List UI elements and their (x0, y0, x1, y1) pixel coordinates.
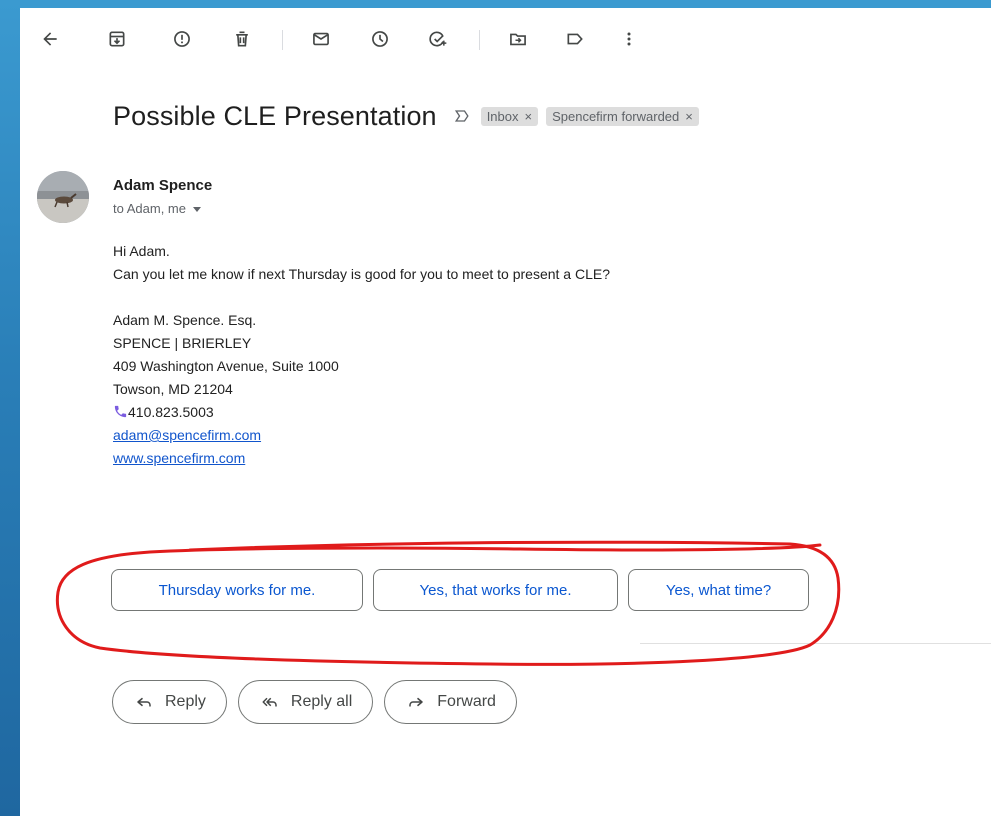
signature-phone: 410.823.5003 (128, 404, 214, 420)
recipients-line[interactable]: to Adam, me (113, 201, 202, 216)
add-to-tasks-icon[interactable] (425, 26, 451, 52)
email-view: Possible CLE Presentation Inbox × Spence… (20, 8, 991, 816)
snooze-icon[interactable] (367, 26, 393, 52)
show-details-icon[interactable] (192, 204, 202, 214)
smart-reply-chip[interactable]: Thursday works for me. (111, 569, 363, 611)
smart-reply-row: Thursday works for me. Yes, that works f… (111, 569, 809, 613)
mark-unread-icon[interactable] (308, 26, 334, 52)
signature-address-line2: Towson, MD 21204 (113, 381, 233, 397)
labels-icon[interactable] (562, 26, 588, 52)
reply-all-icon (262, 697, 277, 707)
archive-icon[interactable] (104, 26, 130, 52)
body-message: Can you let me know if next Thursday is … (113, 266, 611, 282)
signature-email-link[interactable]: adam@spencefirm.com (113, 427, 261, 443)
toolbar-separator (282, 30, 283, 50)
window-frame-left (0, 0, 20, 816)
label-chip-spencefirm-forwarded: Spencefirm forwarded × (546, 106, 699, 126)
signature-address-line1: 409 Washington Avenue, Suite 1000 (113, 358, 339, 374)
smart-reply-chip[interactable]: Yes, what time? (628, 569, 809, 611)
reply-button[interactable]: Reply (112, 680, 227, 724)
forward-button[interactable]: Forward (384, 680, 517, 724)
label-chip-text: Inbox (486, 108, 519, 124)
reply-all-button-label: Reply all (290, 693, 353, 710)
email-body: Hi Adam. Can you let me know if next Thu… (113, 240, 873, 470)
subject-row: Possible CLE Presentation Inbox × Spence… (113, 96, 699, 136)
importance-marker-icon[interactable] (451, 105, 473, 127)
label-chip-text: Spencefirm forwarded (552, 108, 680, 124)
label-chip-inbox: Inbox × (480, 106, 539, 126)
window-frame-top (0, 0, 991, 8)
move-to-icon[interactable] (505, 26, 531, 52)
forward-icon (409, 697, 424, 707)
message-actions: Reply Reply all Forward (112, 680, 517, 724)
smart-reply-chip[interactable]: Yes, that works for me. (373, 569, 618, 611)
toolbar-separator (479, 30, 480, 50)
recipients-text: to Adam, me (113, 201, 186, 216)
signature-name: Adam M. Spence. Esq. (113, 312, 257, 328)
reply-button-label: Reply (165, 693, 206, 710)
remove-label-icon[interactable]: × (525, 109, 533, 124)
signature-website-link[interactable]: www.spencefirm.com (113, 450, 245, 466)
reply-all-button[interactable]: Reply all (237, 680, 374, 724)
sender-name: Adam Spence (113, 177, 213, 194)
body-greeting: Hi Adam. (113, 243, 170, 259)
signature-phone-line: 410.823.5003 (113, 401, 873, 424)
section-divider (640, 643, 991, 644)
report-spam-icon[interactable] (169, 26, 195, 52)
delete-icon[interactable] (229, 26, 255, 52)
back-arrow-icon[interactable] (37, 26, 63, 52)
email-toolbar (20, 8, 991, 68)
phone-icon (114, 405, 127, 418)
more-vert-icon[interactable] (616, 26, 642, 52)
sender-avatar[interactable] (37, 171, 89, 223)
email-subject: Possible CLE Presentation (113, 100, 437, 131)
reply-icon (137, 697, 151, 707)
signature-firm: SPENCE | BRIERLEY (113, 335, 252, 351)
forward-button-label: Forward (437, 693, 496, 710)
remove-label-icon[interactable]: × (685, 109, 693, 124)
